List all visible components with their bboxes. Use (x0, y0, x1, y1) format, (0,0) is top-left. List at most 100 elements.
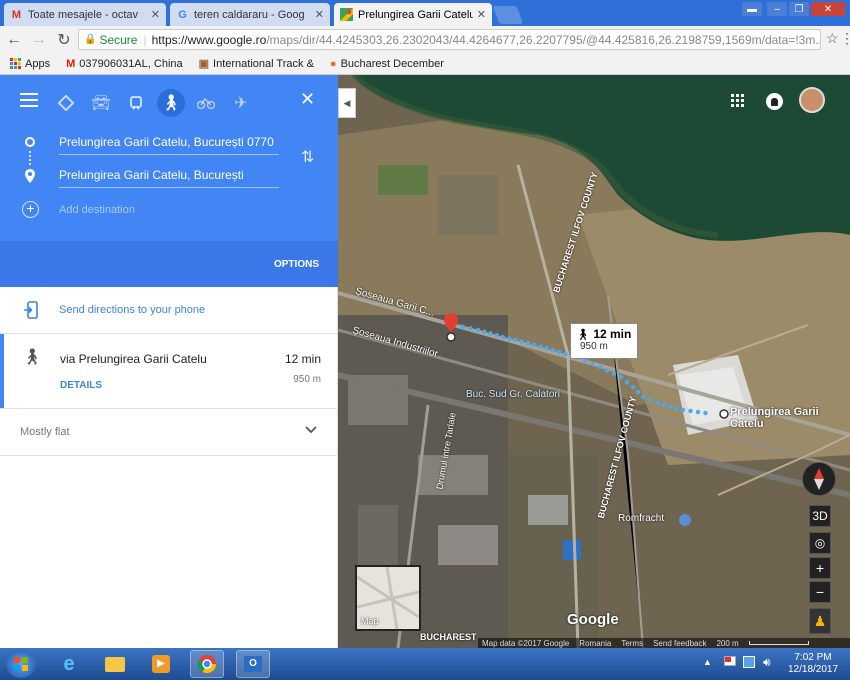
pegman-icon[interactable]: ♟ (809, 608, 831, 634)
compass-icon[interactable] (802, 462, 836, 496)
media-player-icon[interactable]: ▶ (144, 650, 178, 678)
route-dot (550, 347, 556, 353)
google-maps-icon (340, 8, 353, 21)
poi-label[interactable]: Romfracht (618, 513, 664, 524)
minimap-label: Map (361, 616, 379, 626)
url-host: https://www.google.ro (151, 32, 267, 47)
chevron-down-icon[interactable] (305, 423, 317, 437)
outlook-icon[interactable]: O (236, 650, 270, 678)
divider (0, 455, 338, 456)
secure-indicator[interactable]: 🔒 Secure (84, 33, 137, 47)
tab-google-maps[interactable]: Prelungirea Garii Catelu ✕ (334, 3, 492, 26)
user-avatar[interactable] (799, 87, 825, 113)
close-directions-icon[interactable]: ✕ (300, 89, 315, 110)
red-m-icon: M (66, 57, 76, 70)
action-center-flag-icon[interactable] (724, 656, 736, 666)
bookmarks-bar: Apps M 037906031AL, China ▣ Internationa… (0, 53, 850, 75)
mode-bike-icon[interactable] (194, 91, 218, 115)
mode-best-icon[interactable] (54, 91, 78, 115)
swap-directions-icon[interactable]: ⇅ (301, 147, 314, 167)
route-dot (557, 349, 562, 355)
mode-car-icon[interactable]: 🚘︎ (89, 91, 113, 115)
notifications-bell-icon[interactable] (766, 93, 783, 110)
terms-link[interactable]: Terms (621, 639, 643, 648)
tab-close-icon[interactable]: ✕ (473, 8, 486, 21)
clock[interactable]: 7:02 PM 12/18/2017 (788, 652, 838, 676)
destination-map-label[interactable]: Prelungirea Garii Catelu (730, 406, 850, 430)
bookmark-bucharest[interactable]: ● Bucharest December (330, 58, 444, 70)
options-button[interactable]: OPTIONS (274, 259, 319, 270)
route-dots-connector (29, 151, 31, 165)
bookmark-china[interactable]: M 037906031AL, China (66, 58, 183, 70)
zoom-out-button[interactable]: − (809, 581, 831, 603)
google-apps-icon[interactable] (731, 94, 744, 107)
google-logo: Google (567, 611, 619, 628)
mode-walk-icon[interactable]: 🚶︎ (157, 89, 185, 117)
tab-close-icon[interactable]: ✕ (147, 8, 160, 21)
back-arrow-icon[interactable]: ← (3, 29, 25, 51)
start-button-icon[interactable] (6, 650, 36, 678)
minimap-toggle[interactable]: Map (355, 565, 421, 631)
new-tab-button[interactable] (492, 6, 524, 24)
collapse-panel-arrow-icon[interactable]: ◀ (338, 88, 356, 118)
elevation-row[interactable]: Mostly flat (0, 409, 338, 455)
mode-transit-icon[interactable] (124, 91, 148, 115)
map-canvas[interactable]: ◀ 🚶︎ 12 min 950 m Prelungirea Garii Cate… (338, 75, 850, 648)
internet-explorer-icon[interactable]: e (52, 650, 86, 678)
my-location-icon[interactable]: ◎ (809, 532, 831, 554)
close-window-icon[interactable]: ✕ (811, 2, 845, 16)
scale-label[interactable]: 200 m (716, 639, 738, 648)
user-menu-icon[interactable]: ▬ (742, 2, 762, 16)
tab-google-search[interactable]: G teren caldararu - Google ✕ (170, 3, 330, 26)
maximize-icon[interactable]: ❐ (789, 2, 809, 16)
tray-arrow-icon[interactable]: ▲ (703, 657, 712, 667)
route-dot (635, 389, 641, 395)
tab-gmail[interactable]: M Toate mesajele - octavă ✕ (4, 3, 166, 26)
bookmark-label: International Track & (213, 57, 314, 70)
route-dot (468, 326, 473, 331)
origin-input[interactable]: Prelungirea Garii Catelu, București 0770 (59, 133, 279, 155)
volume-icon[interactable]: 🔊︎ (763, 655, 771, 670)
minimize-icon[interactable]: ‒ (767, 2, 787, 16)
details-button[interactable]: DETAILS (60, 380, 102, 391)
route-dot (488, 331, 493, 336)
mode-flight-icon[interactable]: ✈︎ (229, 91, 253, 115)
bookmark-apps[interactable]: Apps (10, 58, 50, 70)
file-explorer-icon[interactable] (98, 650, 132, 678)
apps-grid-icon (10, 58, 21, 69)
gmail-icon: M (11, 8, 22, 21)
chrome-menu-icon[interactable]: ⋮ (840, 30, 850, 47)
menu-icon[interactable] (20, 93, 38, 107)
country-link[interactable]: Romania (579, 639, 611, 648)
send-feedback-link[interactable]: Send feedback (653, 639, 706, 648)
send-to-phone-row[interactable]: Send directions to your phone (0, 287, 338, 333)
route-dot (583, 358, 588, 364)
station-label[interactable]: Buc. Sud Gr. Calatori (466, 389, 560, 400)
reload-icon[interactable]: ↻ (53, 29, 75, 51)
route-dot (519, 339, 524, 344)
network-icon[interactable] (743, 656, 755, 668)
destination-input[interactable]: Prelungirea Garii Catelu, București (59, 166, 279, 188)
bookmark-track[interactable]: ▣ International Track & (199, 57, 314, 71)
clock-date: 12/18/2017 (788, 664, 839, 675)
route-option-card[interactable]: 🚶︎ via Prelungirea Garii Catelu 12 min 9… (0, 334, 338, 408)
route-distance-label: 950 m (580, 341, 608, 352)
three-d-button[interactable]: 3D (809, 505, 831, 527)
route-dot (590, 361, 595, 367)
route-dot (655, 400, 661, 406)
send-to-phone-link[interactable]: Send directions to your phone (59, 304, 205, 316)
add-destination-icon[interactable]: + (22, 201, 39, 218)
tab-title: teren caldararu - Google (194, 8, 304, 21)
zoom-in-button[interactable]: + (809, 557, 831, 579)
address-bar[interactable]: 🔒 Secure | https://www.google.ro/maps/di… (78, 29, 821, 50)
forward-arrow-icon[interactable]: → (28, 29, 50, 51)
route-dot (604, 368, 610, 373)
bookmark-label: 037906031AL, China (79, 57, 183, 70)
chrome-taskbar-icon[interactable] (190, 650, 224, 678)
walking-icon: 🚶︎ (22, 349, 43, 366)
add-destination-input[interactable]: Add destination (59, 201, 279, 223)
route-info-bubble[interactable]: 🚶︎ 12 min 950 m (570, 323, 638, 359)
tab-close-icon[interactable]: ✕ (311, 8, 324, 21)
bookmark-star-icon[interactable]: ☆ (826, 30, 839, 47)
route-dot (525, 340, 531, 346)
